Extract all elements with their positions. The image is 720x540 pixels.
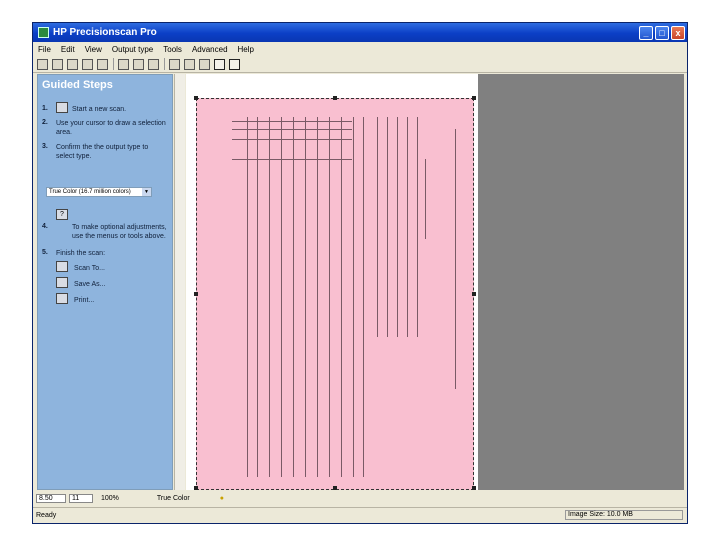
selection-handle[interactable]: [194, 96, 198, 100]
document-rule: [407, 117, 408, 337]
darken-icon[interactable]: [184, 58, 195, 70]
menu-file[interactable]: File: [33, 45, 56, 54]
app-icon: [38, 27, 49, 38]
step-1-text[interactable]: Start a new scan.: [72, 105, 168, 114]
document-rule: [425, 159, 426, 239]
guided-steps-panel: Guided Steps 1. Start a new scan. 2. Use…: [37, 74, 173, 490]
step-number: 1.: [42, 105, 48, 112]
document-rule: [377, 117, 378, 337]
menu-output-type[interactable]: Output type: [107, 45, 158, 54]
scan-to-icon[interactable]: [56, 261, 68, 272]
save-as-icon[interactable]: [56, 277, 68, 288]
document-rule: [455, 129, 456, 389]
selection-handle[interactable]: [472, 486, 476, 490]
selection-handle[interactable]: [194, 486, 198, 490]
selection-handle[interactable]: [472, 292, 476, 296]
document-rule: [317, 117, 318, 477]
document-rule: [232, 139, 352, 140]
step-4-text: To make optional adjustments, use the me…: [72, 224, 167, 240]
document-rule: [232, 129, 352, 130]
toolbar: [33, 56, 687, 73]
select-icon[interactable]: [214, 58, 225, 70]
email-icon[interactable]: [97, 58, 108, 70]
status-text: Ready: [36, 512, 57, 519]
print-link[interactable]: Print...: [74, 296, 94, 305]
menu-help[interactable]: Help: [233, 45, 259, 54]
document-rule: [387, 117, 388, 337]
window-title: HP Precisionscan Pro: [53, 27, 157, 38]
menu-advanced[interactable]: Advanced: [187, 45, 233, 54]
menu-tools[interactable]: Tools: [158, 45, 187, 54]
status-indicator-icon: ●: [219, 494, 224, 502]
minimize-button[interactable]: _: [639, 25, 653, 40]
close-button[interactable]: x: [671, 25, 685, 40]
print-icon[interactable]: [82, 58, 93, 70]
document-rule: [363, 117, 364, 477]
zoom-level: 100%: [101, 494, 119, 502]
rotate-icon[interactable]: [199, 58, 210, 70]
status-bar: Ready Image Size: 10.0 MB: [33, 507, 687, 523]
scan-icon[interactable]: [37, 58, 48, 70]
document-rule: [353, 117, 354, 477]
step-number: 4.: [42, 223, 48, 230]
document-rule: [329, 117, 330, 477]
app-window: HP Precisionscan Pro _ □ x File Edit Vie…: [32, 22, 688, 524]
step-5-text: Finish the scan:: [56, 250, 106, 257]
scanned-document[interactable]: [196, 98, 474, 490]
menu-edit[interactable]: Edit: [56, 45, 80, 54]
zoom-icon[interactable]: [133, 58, 144, 70]
print-icon[interactable]: [56, 293, 68, 304]
document-rule: [232, 159, 352, 160]
output-type-dropdown[interactable]: True Color (16.7 million colors) ▼: [46, 187, 152, 197]
save-as-link[interactable]: Save As...: [74, 280, 106, 289]
save-icon[interactable]: [52, 58, 63, 70]
document-rule: [247, 117, 248, 477]
image-size: Image Size: 10.0 MB: [565, 510, 683, 520]
document-rule: [269, 117, 270, 477]
crop-icon[interactable]: [118, 58, 129, 70]
help-icon[interactable]: ?: [56, 209, 68, 220]
selection-info-bar: 8.50 11 100% True Color ●: [33, 491, 687, 505]
height-field[interactable]: 11: [69, 493, 93, 503]
document-rule: [232, 121, 352, 122]
zoom-out-icon[interactable]: [148, 58, 159, 70]
output-type-value: True Color (16.7 million colors): [49, 189, 131, 195]
document-rule: [397, 117, 398, 337]
maximize-button[interactable]: □: [655, 25, 669, 40]
output-type-label: True Color: [156, 494, 190, 502]
scan-to-link[interactable]: Scan To...: [74, 264, 105, 273]
step-number: 3.: [42, 143, 48, 150]
selection-handle[interactable]: [472, 96, 476, 100]
document-rule: [257, 117, 258, 477]
toolbar-separator: [164, 58, 165, 70]
toolbar-separator: [113, 58, 114, 70]
document-rule: [341, 117, 342, 477]
panel-scrollbar[interactable]: [174, 74, 185, 490]
document-rule: [281, 117, 282, 477]
step-2-text: Use your cursor to draw a selection area…: [56, 120, 166, 136]
menu-bar: File Edit View Output type Tools Advance…: [33, 42, 687, 56]
document-rule: [417, 117, 418, 337]
chevron-down-icon[interactable]: ▼: [142, 188, 151, 196]
menu-view[interactable]: View: [80, 45, 107, 54]
selection-handle[interactable]: [333, 96, 337, 100]
step-number: 5.: [42, 249, 48, 256]
selection-handle[interactable]: [333, 486, 337, 490]
scan-bed: [186, 74, 478, 490]
width-field[interactable]: 8.50: [36, 493, 66, 503]
step-number: 2.: [42, 119, 48, 126]
selection-handle[interactable]: [194, 292, 198, 296]
copy-icon[interactable]: [67, 58, 78, 70]
lighten-icon[interactable]: [169, 58, 180, 70]
help-icon[interactable]: [229, 58, 240, 70]
guided-steps-header: Guided Steps: [42, 79, 113, 91]
document-rule: [293, 117, 294, 477]
scan-icon[interactable]: [56, 102, 68, 113]
preview-area[interactable]: [186, 74, 684, 490]
document-rule: [305, 117, 306, 477]
step-3-text: Confirm the the output type to select ty…: [56, 144, 149, 160]
title-bar[interactable]: HP Precisionscan Pro _ □ x: [33, 23, 687, 42]
